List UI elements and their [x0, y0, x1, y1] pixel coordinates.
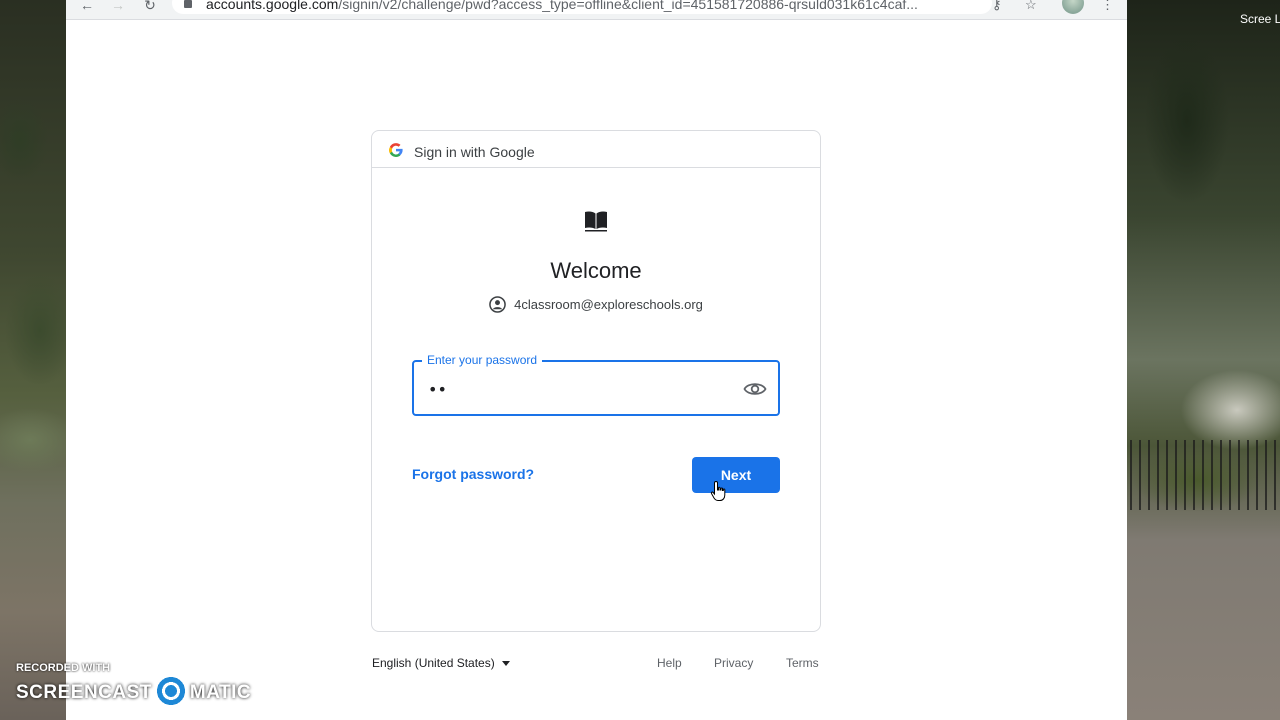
card-header: Sign in with Google	[372, 131, 820, 168]
password-label: Enter your password	[422, 353, 543, 367]
desktop-background-right	[1127, 0, 1280, 720]
account-email: 4classroom@exploreschools.org	[514, 297, 703, 312]
fence-decoration	[1130, 440, 1280, 510]
lock-icon[interactable]	[184, 0, 192, 8]
language-label: English (United States)	[372, 656, 495, 670]
browser-toolbar: ← → ↻ accounts.google.com/signin/v2/chal…	[66, 0, 1127, 20]
browser-window: ← → ↻ accounts.google.com/signin/v2/chal…	[66, 0, 1127, 720]
screencast-watermark: SCREENCAST MATIC	[16, 676, 252, 708]
profile-avatar[interactable]	[1062, 0, 1084, 14]
forward-icon[interactable]: →	[110, 0, 126, 14]
password-input[interactable]	[428, 378, 728, 400]
watermark-brand-left: SCREENCAST	[16, 682, 152, 704]
help-link[interactable]: Help	[657, 656, 682, 670]
watermark-recorded-text: RECORDED WITH	[16, 662, 111, 674]
password-field[interactable]: Enter your password	[412, 353, 780, 416]
address-bar[interactable]: accounts.google.com/signin/v2/challenge/…	[172, 0, 992, 14]
watermark-brand-right: MATIC	[189, 682, 252, 704]
sign-in-card: Sign in with Google Welcome 4classroom@e…	[371, 130, 821, 632]
url-path: /signin/v2/challenge/pwd?access_type=off…	[338, 0, 918, 12]
screencast-logo-icon	[155, 676, 186, 706]
back-icon[interactable]: ←	[79, 0, 95, 14]
caret-down-icon	[501, 661, 510, 667]
hand-cursor-icon	[710, 480, 728, 502]
welcome-heading: Welcome	[550, 258, 642, 283]
show-password-eye-icon[interactable]	[743, 378, 767, 400]
key-icon[interactable]: ⚷	[992, 0, 1002, 11]
privacy-link[interactable]: Privacy	[714, 656, 753, 670]
url-text: accounts.google.com/signin/v2/challenge/…	[206, 0, 918, 12]
terms-link[interactable]: Terms	[786, 656, 819, 670]
card-header-title: Sign in with Google	[414, 144, 535, 160]
reload-icon[interactable]: ↻	[142, 0, 158, 14]
desktop-corner-text: Scree Launc	[1240, 12, 1280, 26]
desktop-background-left	[0, 0, 66, 720]
account-circle-icon	[489, 296, 506, 313]
language-selector[interactable]: English (United States)	[372, 656, 510, 670]
url-host: accounts.google.com	[206, 0, 339, 12]
account-chip[interactable]: 4classroom@exploreschools.org	[372, 296, 820, 314]
google-logo-icon	[389, 143, 403, 157]
menu-icon[interactable]: ⋮	[1101, 0, 1114, 11]
star-icon[interactable]: ☆	[1025, 0, 1037, 11]
next-button[interactable]: Next	[692, 457, 780, 493]
book-logo-icon	[583, 208, 609, 234]
forgot-password-link[interactable]: Forgot password?	[412, 466, 534, 482]
